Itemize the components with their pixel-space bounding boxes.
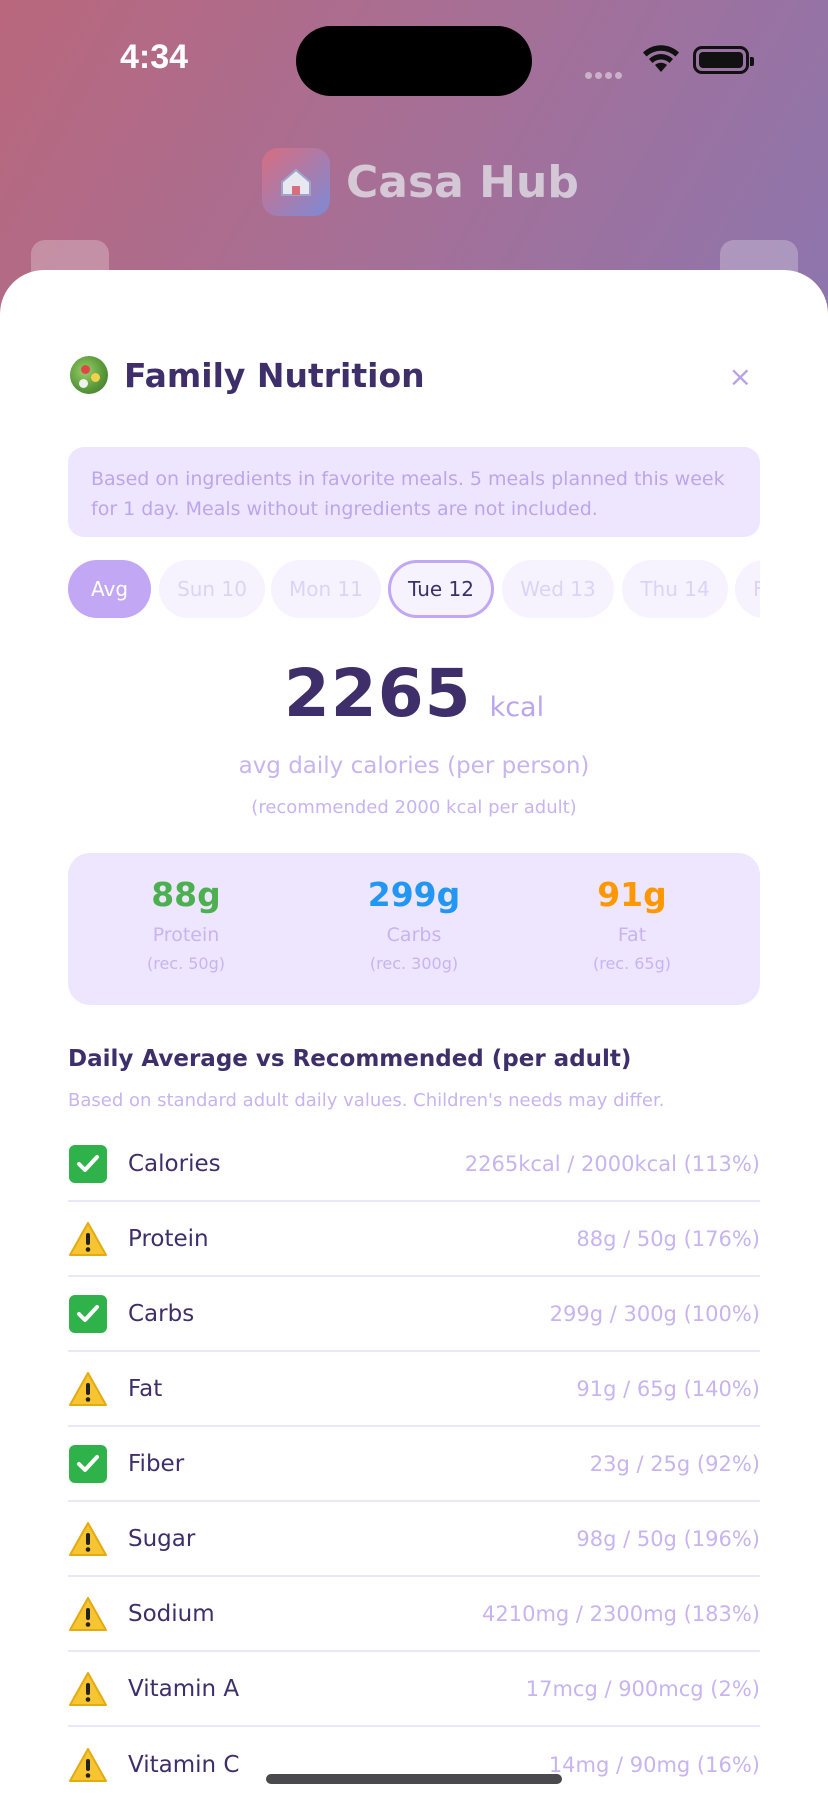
nutrient-name: Vitamin A <box>128 1675 240 1702</box>
nutrient-row: Fat 91g / 65g (140%) <box>68 1352 760 1427</box>
nutrient-name: Fat <box>128 1375 163 1402</box>
macro-protein: 88g Protein (rec. 50g) <box>76 875 296 973</box>
close-button[interactable]: × <box>729 360 752 393</box>
nutrient-value: 299g / 300g (100%) <box>549 1301 760 1326</box>
nutrient-row: Vitamin A 17mcg / 900mcg (2%) <box>68 1652 760 1727</box>
nutrient-value: 88g / 50g (176%) <box>576 1226 760 1251</box>
day-chip-fri[interactable]: F <box>735 560 760 618</box>
macro-value: 91g <box>597 875 667 914</box>
app-header: Casa Hub <box>262 148 579 216</box>
macro-label: Protein <box>152 924 220 946</box>
info-banner: Based on ingredients in favorite meals. … <box>68 447 760 537</box>
cellular-signal-icon <box>585 64 625 83</box>
nutrient-value: 4210mg / 2300mg (183%) <box>482 1601 760 1626</box>
calorie-recommended: (recommended 2000 kcal per adult) <box>251 797 577 818</box>
status-bar: 4:34 <box>0 0 828 120</box>
macro-rec: (rec. 50g) <box>146 954 226 973</box>
day-chip-avg[interactable]: Avg <box>68 560 151 618</box>
day-chip-sun[interactable]: Sun 10 <box>159 560 265 618</box>
warning-icon <box>68 1369 108 1409</box>
check-mark-icon <box>68 1144 108 1184</box>
calorie-summary: 2265 kcal <box>68 655 760 735</box>
nutrient-name: Sodium <box>128 1600 215 1627</box>
nutrient-value: 14mg / 90mg (16%) <box>548 1752 760 1777</box>
calorie-unit: kcal <box>489 692 545 723</box>
nutrient-row: Protein 88g / 50g (176%) <box>68 1202 760 1277</box>
section-title: Daily Average vs Recommended (per adult) <box>68 1046 632 1072</box>
nutrient-name: Protein <box>128 1225 209 1252</box>
macro-fat: 91g Fat (rec. 65g) <box>522 875 742 973</box>
nutrient-name: Calories <box>128 1150 221 1177</box>
app-title: Casa Hub <box>346 156 579 208</box>
macros-card: 88g Protein (rec. 50g) 299g Carbs (rec. … <box>68 853 760 1005</box>
nutrient-name: Vitamin C <box>128 1751 240 1778</box>
nutrient-list: Calories 2265kcal / 2000kcal (113%) Protei… <box>68 1127 760 1800</box>
nutrient-row: Carbs 299g / 300g (100%) <box>68 1277 760 1352</box>
nutrient-name: Fiber <box>128 1450 185 1477</box>
macro-carbs: 299g Carbs (rec. 300g) <box>304 875 524 973</box>
calorie-value: 2265 <box>283 655 472 732</box>
sheet-header: Family Nutrition × <box>68 350 760 400</box>
day-chip-tue[interactable]: Tue 12 <box>388 560 494 618</box>
nutrient-row: Calories 2265kcal / 2000kcal (113%) <box>68 1127 760 1202</box>
check-mark-icon <box>68 1444 108 1484</box>
sheet-title: Family Nutrition <box>124 355 425 395</box>
nutrient-row: Vitamin C 14mg / 90mg (16%) <box>68 1727 760 1800</box>
nutrient-row: Sodium 4210mg / 2300mg (183%) <box>68 1577 760 1652</box>
nutrition-sheet: Family Nutrition × Based on ingredients … <box>0 270 828 1800</box>
home-indicator[interactable] <box>266 1774 562 1784</box>
house-logo-icon <box>262 148 330 216</box>
check-mark-icon <box>68 1294 108 1334</box>
nutrient-value: 17mcg / 900mcg (2%) <box>525 1676 760 1701</box>
calorie-label: avg daily calories (per person) <box>238 753 590 779</box>
macro-value: 299g <box>367 875 461 914</box>
warning-icon <box>68 1519 108 1559</box>
macro-label: Fat <box>617 924 647 946</box>
warning-icon <box>68 1594 108 1634</box>
macro-label: Carbs <box>386 924 442 946</box>
nutrient-row: Sugar 98g / 50g (196%) <box>68 1502 760 1577</box>
dynamic-island <box>296 26 532 96</box>
macro-value: 88g <box>151 875 221 914</box>
nutrient-value: 23g / 25g (92%) <box>589 1451 760 1476</box>
nutrient-value: 91g / 65g (140%) <box>576 1376 760 1401</box>
day-chip-thu[interactable]: Thu 14 <box>622 560 728 618</box>
nutrient-name: Carbs <box>128 1300 195 1327</box>
salad-icon <box>70 356 108 394</box>
day-chip-mon[interactable]: Mon 11 <box>271 560 381 618</box>
macro-rec: (rec. 65g) <box>592 954 672 973</box>
nutrient-row: Fiber 23g / 25g (92%) <box>68 1427 760 1502</box>
battery-icon <box>693 46 754 74</box>
wifi-icon <box>643 45 679 72</box>
section-subtitle: Based on standard adult daily values. Ch… <box>68 1090 665 1111</box>
day-selector: Avg Sun 10 Mon 11 Tue 12 Wed 13 Thu 14 F <box>68 560 760 620</box>
nutrient-name: Sugar <box>128 1525 196 1552</box>
warning-icon <box>68 1669 108 1709</box>
status-time: 4:34 <box>120 38 189 76</box>
nutrient-value: 2265kcal / 2000kcal (113%) <box>464 1151 760 1176</box>
warning-icon <box>68 1219 108 1259</box>
warning-icon <box>68 1745 108 1785</box>
nutrient-value: 98g / 50g (196%) <box>576 1526 760 1551</box>
macro-rec: (rec. 300g) <box>369 954 459 973</box>
day-chip-wed[interactable]: Wed 13 <box>502 560 614 618</box>
